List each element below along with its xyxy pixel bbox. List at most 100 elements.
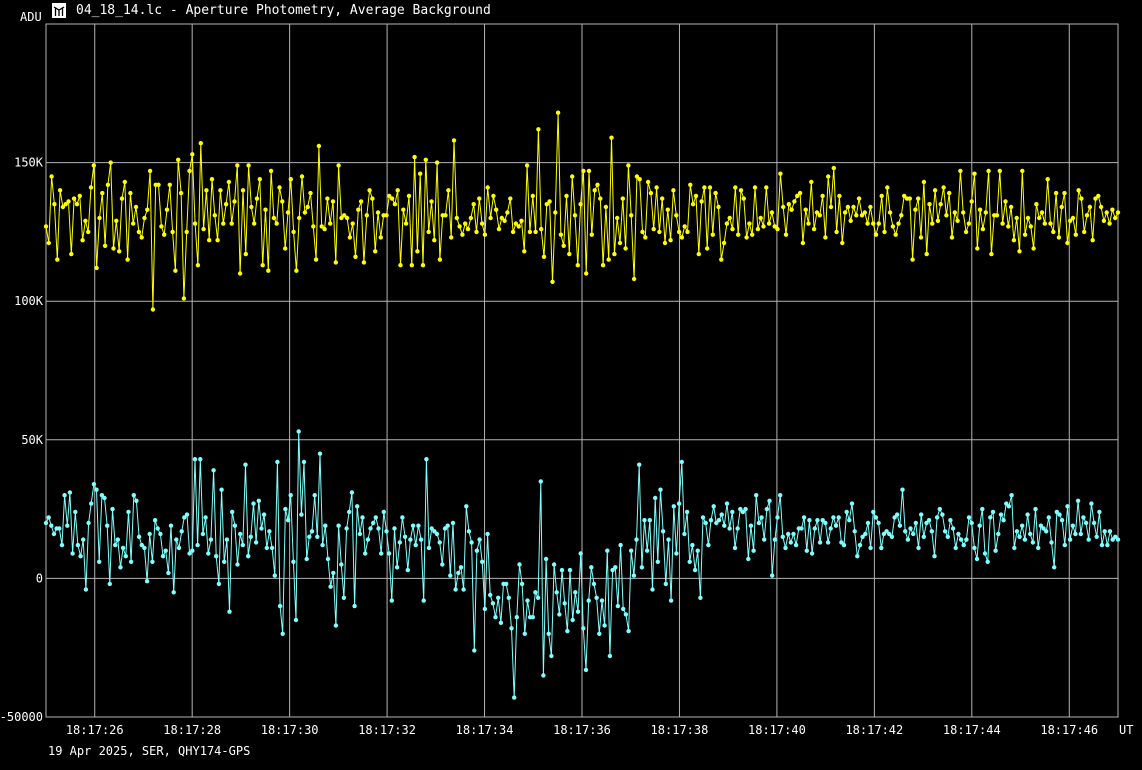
data-point bbox=[997, 168, 1002, 174]
data-point bbox=[272, 573, 277, 578]
data-point bbox=[224, 537, 230, 542]
data-point bbox=[716, 518, 722, 523]
data-point bbox=[921, 179, 927, 185]
data-point bbox=[722, 523, 727, 528]
data-point bbox=[934, 515, 940, 520]
data-point bbox=[766, 221, 772, 226]
data-point bbox=[349, 490, 355, 495]
data-point bbox=[1033, 506, 1038, 512]
data-point bbox=[115, 537, 121, 542]
data-point bbox=[676, 501, 682, 506]
data-point bbox=[216, 581, 222, 587]
data-point bbox=[330, 199, 336, 204]
data-point bbox=[1012, 545, 1017, 551]
data-point bbox=[376, 526, 381, 531]
data-point bbox=[1104, 210, 1109, 215]
data-point bbox=[759, 515, 764, 520]
data-point bbox=[301, 459, 307, 465]
data-point bbox=[756, 520, 762, 526]
data-point bbox=[854, 213, 859, 218]
data-point bbox=[43, 224, 49, 229]
data-point bbox=[653, 495, 658, 501]
data-point bbox=[783, 545, 788, 551]
data-point bbox=[392, 526, 397, 531]
data-point bbox=[1037, 215, 1042, 221]
data-point bbox=[1101, 218, 1107, 223]
data-point bbox=[449, 235, 454, 240]
data-point bbox=[719, 257, 724, 262]
x-tick-label: 18:17:46 bbox=[1040, 723, 1098, 737]
data-point bbox=[541, 254, 547, 259]
data-point bbox=[876, 520, 881, 526]
data-point bbox=[333, 260, 338, 265]
data-point bbox=[988, 515, 993, 520]
data-point bbox=[956, 531, 961, 537]
data-point bbox=[311, 224, 316, 229]
light-curve-chart[interactable]: -50000 0 50K 100K 150K 18:17:26 18:17:28 18:17:… bbox=[0, 0, 1142, 770]
data-point bbox=[460, 232, 465, 237]
data-point bbox=[620, 196, 625, 201]
data-point bbox=[618, 542, 623, 548]
data-point bbox=[488, 215, 493, 221]
data-point bbox=[1003, 199, 1008, 204]
data-point bbox=[463, 221, 468, 226]
data-point bbox=[996, 531, 1001, 537]
data-point bbox=[378, 235, 383, 240]
data-point bbox=[1107, 221, 1112, 226]
data-point bbox=[733, 185, 738, 190]
data-point bbox=[170, 229, 175, 235]
data-point bbox=[184, 229, 189, 235]
data-point bbox=[831, 515, 836, 520]
data-point bbox=[823, 520, 828, 526]
data-point bbox=[52, 202, 57, 207]
data-point bbox=[299, 174, 305, 179]
data-point bbox=[621, 606, 626, 612]
data-point bbox=[506, 595, 511, 600]
data-point bbox=[584, 271, 589, 276]
data-point bbox=[554, 590, 559, 595]
data-point bbox=[1084, 213, 1090, 218]
data-point bbox=[264, 545, 269, 551]
data-point bbox=[836, 515, 841, 520]
data-point bbox=[46, 240, 51, 246]
data-point bbox=[730, 226, 735, 232]
data-point bbox=[1020, 168, 1025, 174]
data-point bbox=[834, 229, 839, 235]
data-point bbox=[331, 570, 336, 576]
data-point bbox=[67, 490, 73, 495]
data-point bbox=[758, 215, 763, 221]
data-point bbox=[91, 482, 97, 487]
data-point bbox=[857, 542, 863, 548]
data-point bbox=[615, 603, 621, 609]
data-point bbox=[312, 493, 317, 498]
data-point bbox=[833, 523, 839, 528]
data-point bbox=[871, 221, 876, 226]
data-point bbox=[302, 210, 308, 215]
data-point bbox=[524, 163, 530, 168]
data-point bbox=[932, 188, 938, 193]
data-point bbox=[424, 457, 429, 462]
data-point bbox=[131, 493, 136, 498]
data-point bbox=[215, 238, 220, 243]
data-point bbox=[855, 554, 860, 559]
data-point bbox=[543, 556, 549, 562]
data-point bbox=[176, 157, 181, 162]
data-point bbox=[474, 229, 479, 235]
data-point bbox=[530, 193, 535, 199]
data-point bbox=[517, 562, 522, 567]
data-point bbox=[655, 559, 660, 564]
data-point bbox=[299, 512, 304, 517]
data-point bbox=[721, 240, 727, 246]
data-point bbox=[947, 190, 952, 196]
data-point bbox=[368, 526, 373, 531]
data-point bbox=[525, 598, 530, 603]
data-point bbox=[144, 579, 150, 584]
data-point bbox=[538, 479, 543, 484]
data-point bbox=[1078, 531, 1084, 537]
data-point bbox=[304, 556, 309, 562]
data-point bbox=[403, 221, 409, 226]
data-point bbox=[111, 246, 116, 251]
data-point bbox=[192, 221, 198, 226]
data-point bbox=[639, 565, 645, 570]
data-point bbox=[222, 559, 227, 564]
